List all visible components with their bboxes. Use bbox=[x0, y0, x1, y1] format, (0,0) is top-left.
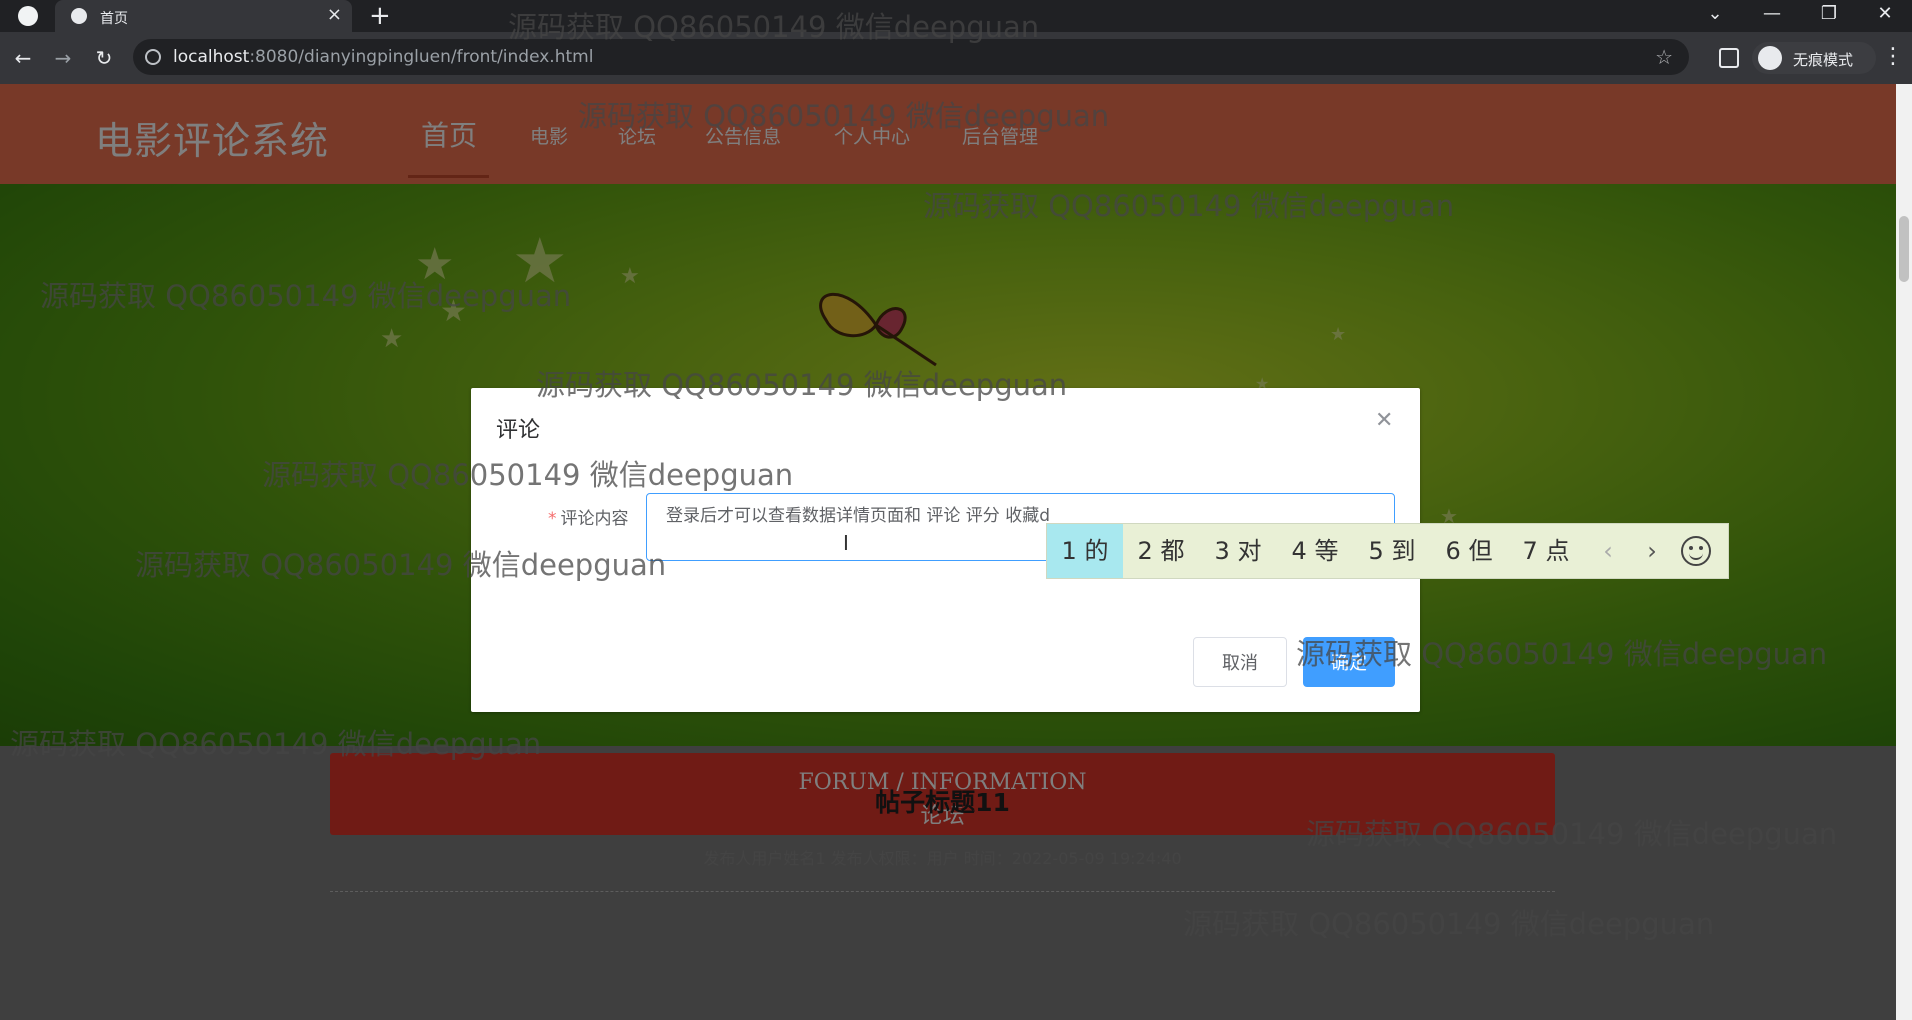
browser-tab[interactable]: 首页 × bbox=[55, 0, 352, 32]
new-tab-button[interactable]: + bbox=[369, 0, 391, 32]
site-info-icon[interactable] bbox=[145, 49, 161, 65]
dialog-title: 评论 bbox=[496, 418, 541, 443]
browser-menu-icon[interactable]: ⋮ bbox=[1882, 44, 1904, 70]
close-window-button[interactable]: ✕ bbox=[1862, 0, 1908, 32]
ime-candidate[interactable]: 5 到 bbox=[1354, 524, 1430, 578]
incognito-indicator[interactable]: 无痕模式 bbox=[1752, 42, 1876, 74]
forward-icon[interactable]: → bbox=[51, 46, 75, 70]
globe-icon bbox=[71, 8, 87, 24]
modal-backdrop-lower bbox=[0, 746, 1896, 1020]
cancel-button[interactable]: 取消 bbox=[1193, 637, 1287, 687]
bookmark-star-icon[interactable]: ☆ bbox=[1655, 45, 1673, 69]
ibeam-cursor-icon: I bbox=[843, 531, 849, 555]
minimize-button[interactable]: — bbox=[1749, 0, 1795, 32]
smiley-icon[interactable] bbox=[1681, 536, 1711, 566]
url-host: localhost bbox=[173, 47, 250, 67]
restore-button[interactable]: ❐ bbox=[1806, 0, 1852, 32]
comment-field-label: * 评论内容 bbox=[548, 504, 629, 529]
comment-field-label-text: 评论内容 bbox=[560, 509, 629, 529]
chevron-left-icon[interactable]: ‹ bbox=[1587, 524, 1629, 578]
page-scrollbar[interactable] bbox=[1896, 84, 1912, 1020]
address-bar[interactable]: localhost:8080/dianyingpingluen/front/in… bbox=[133, 39, 1689, 75]
url-text: localhost:8080/dianyingpingluen/front/in… bbox=[173, 47, 593, 67]
close-icon[interactable]: ✕ bbox=[1375, 408, 1393, 433]
browser-toolbar: ← → ↻ localhost:8080/dianyingpingluen/fr… bbox=[0, 32, 1912, 84]
ime-candidate[interactable]: 2 都 bbox=[1123, 524, 1199, 578]
confirm-button[interactable]: 确定 bbox=[1303, 637, 1395, 687]
reload-icon[interactable]: ↻ bbox=[92, 46, 116, 70]
incognito-label: 无痕模式 bbox=[1793, 51, 1854, 69]
required-marker: * bbox=[548, 509, 557, 529]
extension-icon[interactable] bbox=[1719, 48, 1739, 68]
ime-candidate[interactable]: 7 点 bbox=[1508, 524, 1584, 578]
tab-title: 首页 bbox=[100, 11, 128, 27]
tab-search-icon[interactable]: ⌄ bbox=[1692, 0, 1738, 32]
incognito-icon bbox=[1758, 46, 1782, 70]
browser-profile-icon[interactable] bbox=[18, 6, 38, 26]
browser-tab-strip: 首页 × + ⌄ — ❐ ✕ bbox=[0, 0, 1912, 32]
close-tab-icon[interactable]: × bbox=[327, 4, 342, 25]
chevron-right-icon[interactable]: › bbox=[1631, 524, 1673, 578]
scrollbar-thumb[interactable] bbox=[1899, 216, 1909, 282]
ime-candidate-bar: 1 的 2 都 3 对 4 等 5 到 6 但 7 点 ‹ › bbox=[1046, 523, 1729, 579]
back-icon[interactable]: ← bbox=[11, 46, 35, 70]
url-path: :8080/dianyingpingluen/front/index.html bbox=[249, 47, 594, 67]
ime-candidate[interactable]: 1 的 bbox=[1047, 524, 1123, 578]
ime-candidate[interactable]: 3 对 bbox=[1200, 524, 1276, 578]
ime-candidate[interactable]: 4 等 bbox=[1277, 524, 1353, 578]
ime-candidate[interactable]: 6 但 bbox=[1431, 524, 1507, 578]
